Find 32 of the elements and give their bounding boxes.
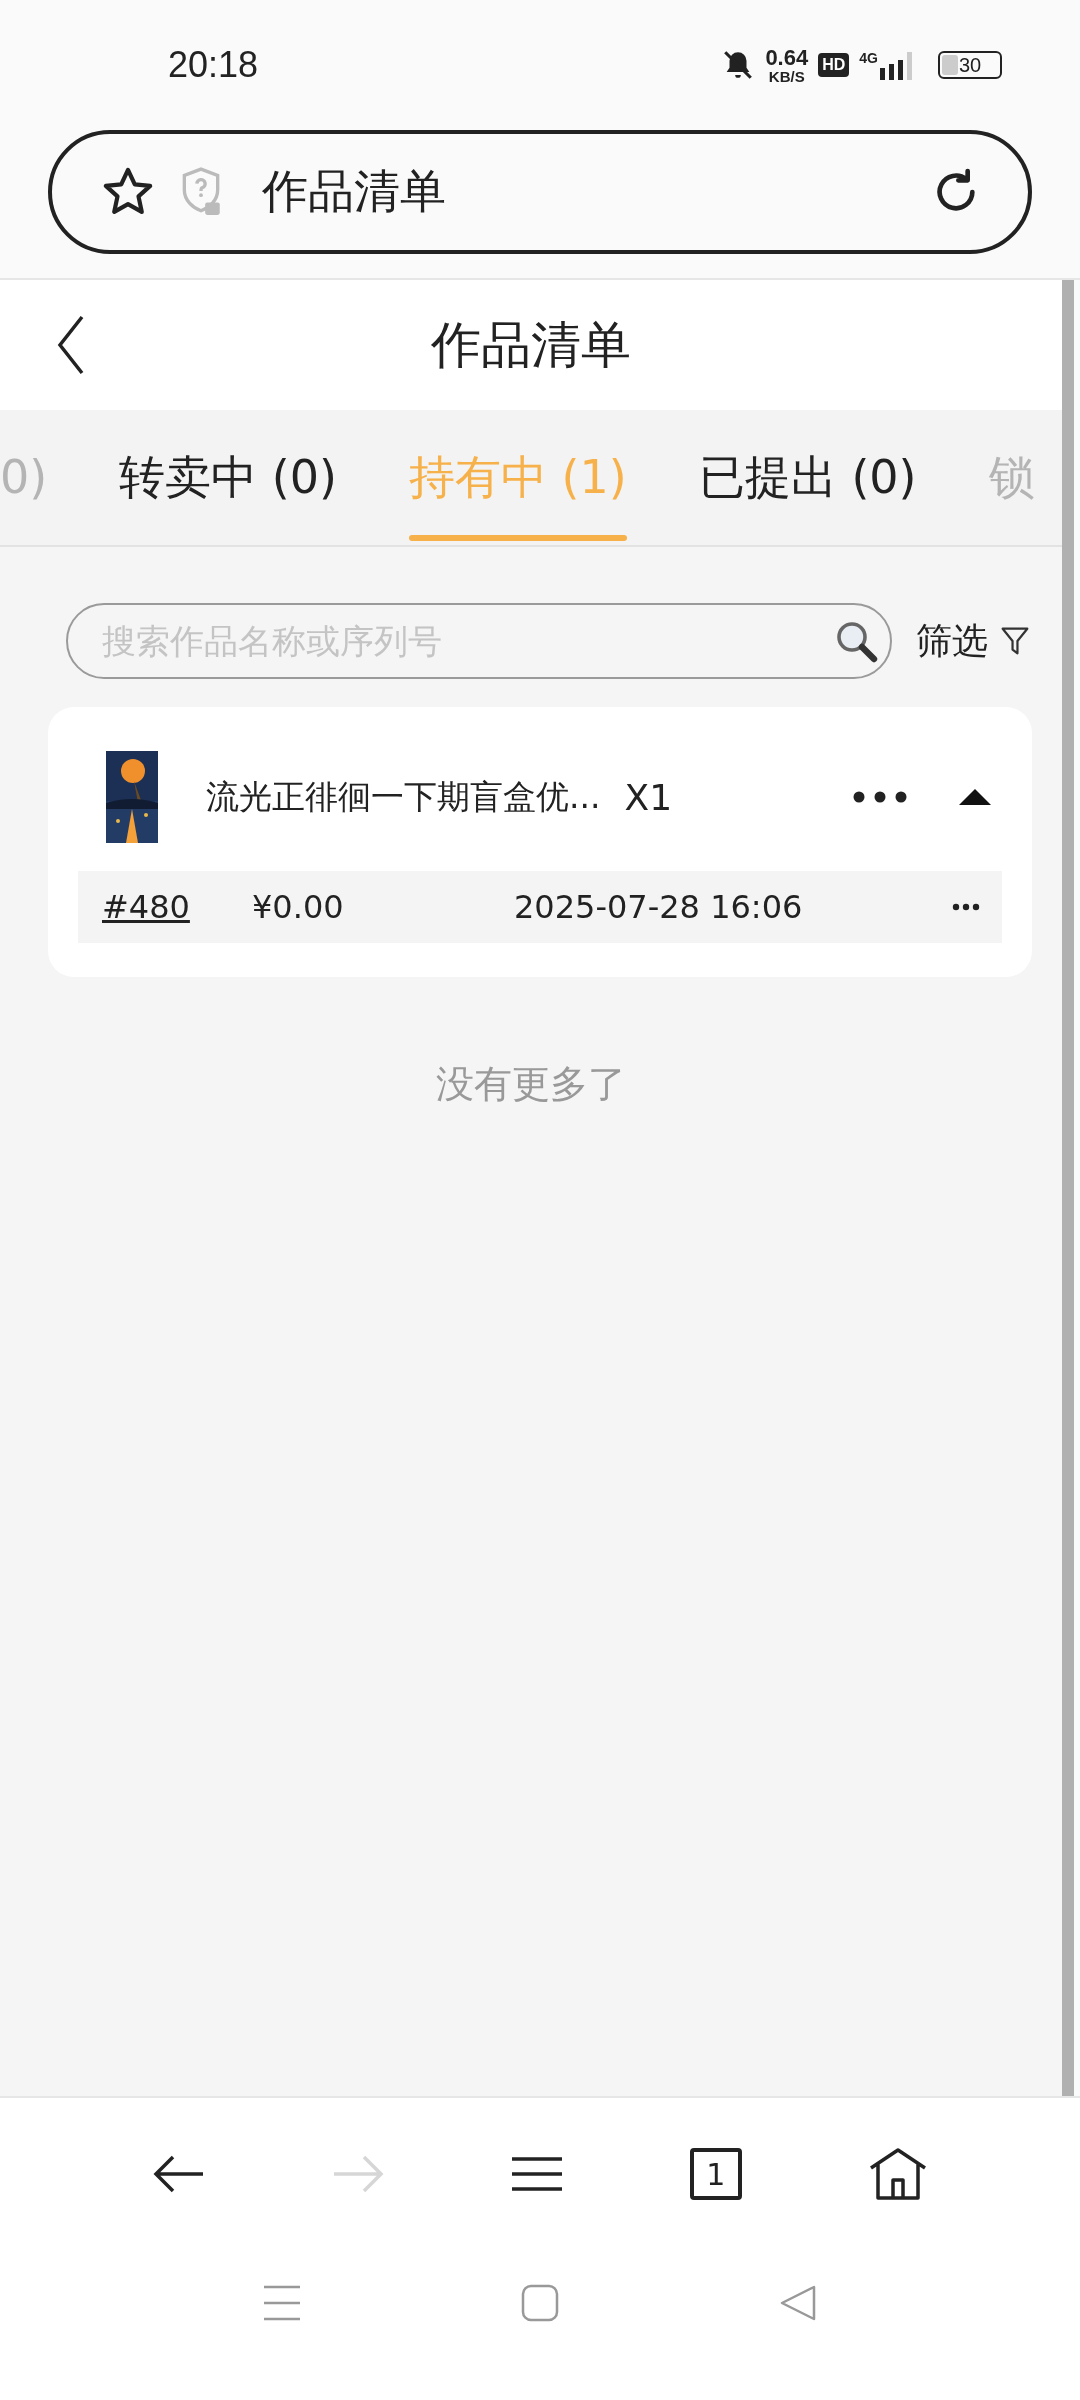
speed-unit: KB/S: [768, 68, 805, 84]
filter-button[interactable]: 筛选: [916, 616, 1042, 666]
network-type: 4G: [859, 50, 878, 66]
tab[interactable]: 已提出 (0): [698, 410, 917, 545]
more-icon[interactable]: [852, 790, 908, 804]
quantity: X1: [624, 776, 673, 818]
caret-icon[interactable]: [958, 788, 992, 806]
more-icon[interactable]: [952, 903, 980, 911]
status-time: 20:18: [168, 44, 259, 86]
battery-icon: 30: [938, 51, 1002, 79]
recents-icon[interactable]: [263, 2284, 301, 2322]
work-title: 流光正徘徊一下期盲盒优...: [206, 775, 601, 818]
timestamp: 2025-07-28 16:06: [514, 888, 804, 926]
home-icon[interactable]: [868, 2148, 927, 2200]
network-speed: 0.64: [765, 46, 809, 69]
filter-icon: [1000, 625, 1030, 657]
page-title: 作品清单: [262, 163, 447, 220]
price: ¥0.00: [252, 888, 345, 926]
back-triangle-icon[interactable]: [779, 2284, 817, 2322]
tab[interactable]: 转卖中 (0): [119, 410, 337, 545]
home-square-icon[interactable]: [521, 2284, 559, 2322]
end-of-list-text: 没有更多了: [435, 1061, 627, 1108]
tabs-button[interactable]: 1: [689, 2148, 742, 2200]
hd-badge: HD: [818, 53, 850, 77]
menu-icon[interactable]: [511, 2156, 563, 2192]
header-title: 作品清单: [431, 314, 631, 376]
serial-row[interactable]: #480 ¥0.00 2025-07-28 16:06: [78, 871, 1002, 943]
scrollbar[interactable]: [1062, 280, 1074, 2096]
address-bar[interactable]: 作品清单: [48, 130, 1032, 254]
back-arrow-icon[interactable]: [153, 2154, 206, 2194]
back-icon[interactable]: [56, 315, 86, 375]
serial-link[interactable]: #480: [102, 888, 252, 926]
